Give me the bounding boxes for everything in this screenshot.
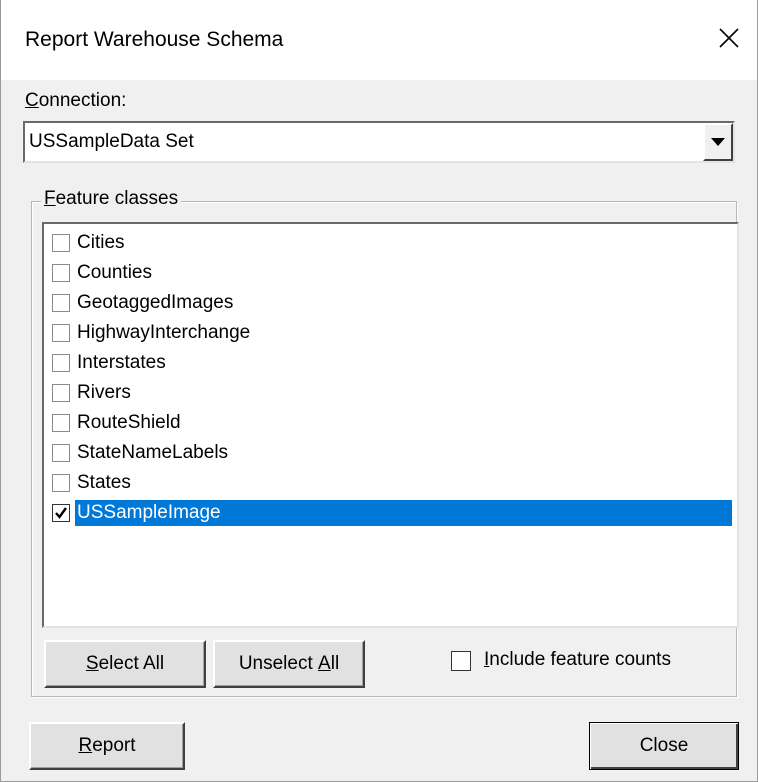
feature-checkbox[interactable]	[52, 414, 70, 432]
dropdown-arrow-button[interactable]	[703, 123, 733, 161]
feature-checkbox[interactable]	[52, 444, 70, 462]
feature-checkbox[interactable]	[52, 384, 70, 402]
list-item[interactable]: GeotaggedImages	[52, 288, 732, 316]
feature-label: RouteShield	[77, 412, 181, 433]
list-item[interactable]: StateNameLabels	[52, 438, 732, 466]
title-bar: Report Warehouse Schema	[1, 0, 757, 80]
connection-label: Connection:	[25, 90, 127, 111]
feature-label: StateNameLabels	[77, 442, 229, 463]
feature-classes-list[interactable]: Cities Counties GeotaggedImages HighwayInte…	[42, 222, 739, 628]
select-all-button[interactable]: Select All	[44, 640, 206, 688]
list-item[interactable]: HighwayInterchange	[52, 318, 732, 346]
unselect-all-button[interactable]: Unselect All	[213, 640, 365, 688]
feature-checkbox[interactable]	[52, 294, 70, 312]
chevron-down-icon	[711, 138, 725, 146]
feature-label: Cities	[77, 232, 125, 253]
feature-checkbox[interactable]	[52, 324, 70, 342]
close-button[interactable]: Close	[589, 722, 739, 770]
feature-label: USSampleImage	[75, 500, 732, 526]
feature-label: HighwayInterchange	[77, 322, 251, 343]
feature-checkbox[interactable]	[52, 354, 70, 372]
report-button[interactable]: Report	[29, 722, 185, 770]
close-icon	[719, 28, 739, 48]
dialog-window: Report Warehouse Schema Connection: USSa…	[0, 0, 758, 782]
feature-label: States	[77, 472, 131, 493]
connection-dropdown[interactable]: USSampleData Set	[23, 121, 735, 163]
checkmark-icon	[55, 507, 67, 519]
feature-checkbox[interactable]	[52, 504, 70, 522]
feature-label: Counties	[77, 262, 152, 283]
list-item[interactable]: Interstates	[52, 348, 732, 376]
list-item[interactable]: Counties	[52, 258, 732, 286]
feature-label: Rivers	[77, 382, 131, 403]
list-item[interactable]: States	[52, 468, 732, 496]
include-feature-counts-checkbox[interactable]	[451, 651, 471, 671]
close-window-button[interactable]	[709, 18, 749, 58]
list-item[interactable]: USSampleImage	[52, 498, 732, 526]
connection-value: USSampleData Set	[29, 131, 194, 152]
feature-checkbox[interactable]	[52, 264, 70, 282]
feature-classes-legend: Feature classes	[41, 188, 182, 210]
list-item[interactable]: Rivers	[52, 378, 732, 406]
feature-label: Interstates	[77, 352, 166, 373]
list-item[interactable]: Cities	[52, 228, 732, 256]
dialog-title: Report Warehouse Schema	[25, 28, 284, 51]
feature-label: GeotaggedImages	[77, 292, 234, 313]
include-feature-counts-label[interactable]: Include feature counts	[484, 649, 671, 671]
list-item[interactable]: RouteShield	[52, 408, 732, 436]
feature-checkbox[interactable]	[52, 234, 70, 252]
feature-checkbox[interactable]	[52, 474, 70, 492]
